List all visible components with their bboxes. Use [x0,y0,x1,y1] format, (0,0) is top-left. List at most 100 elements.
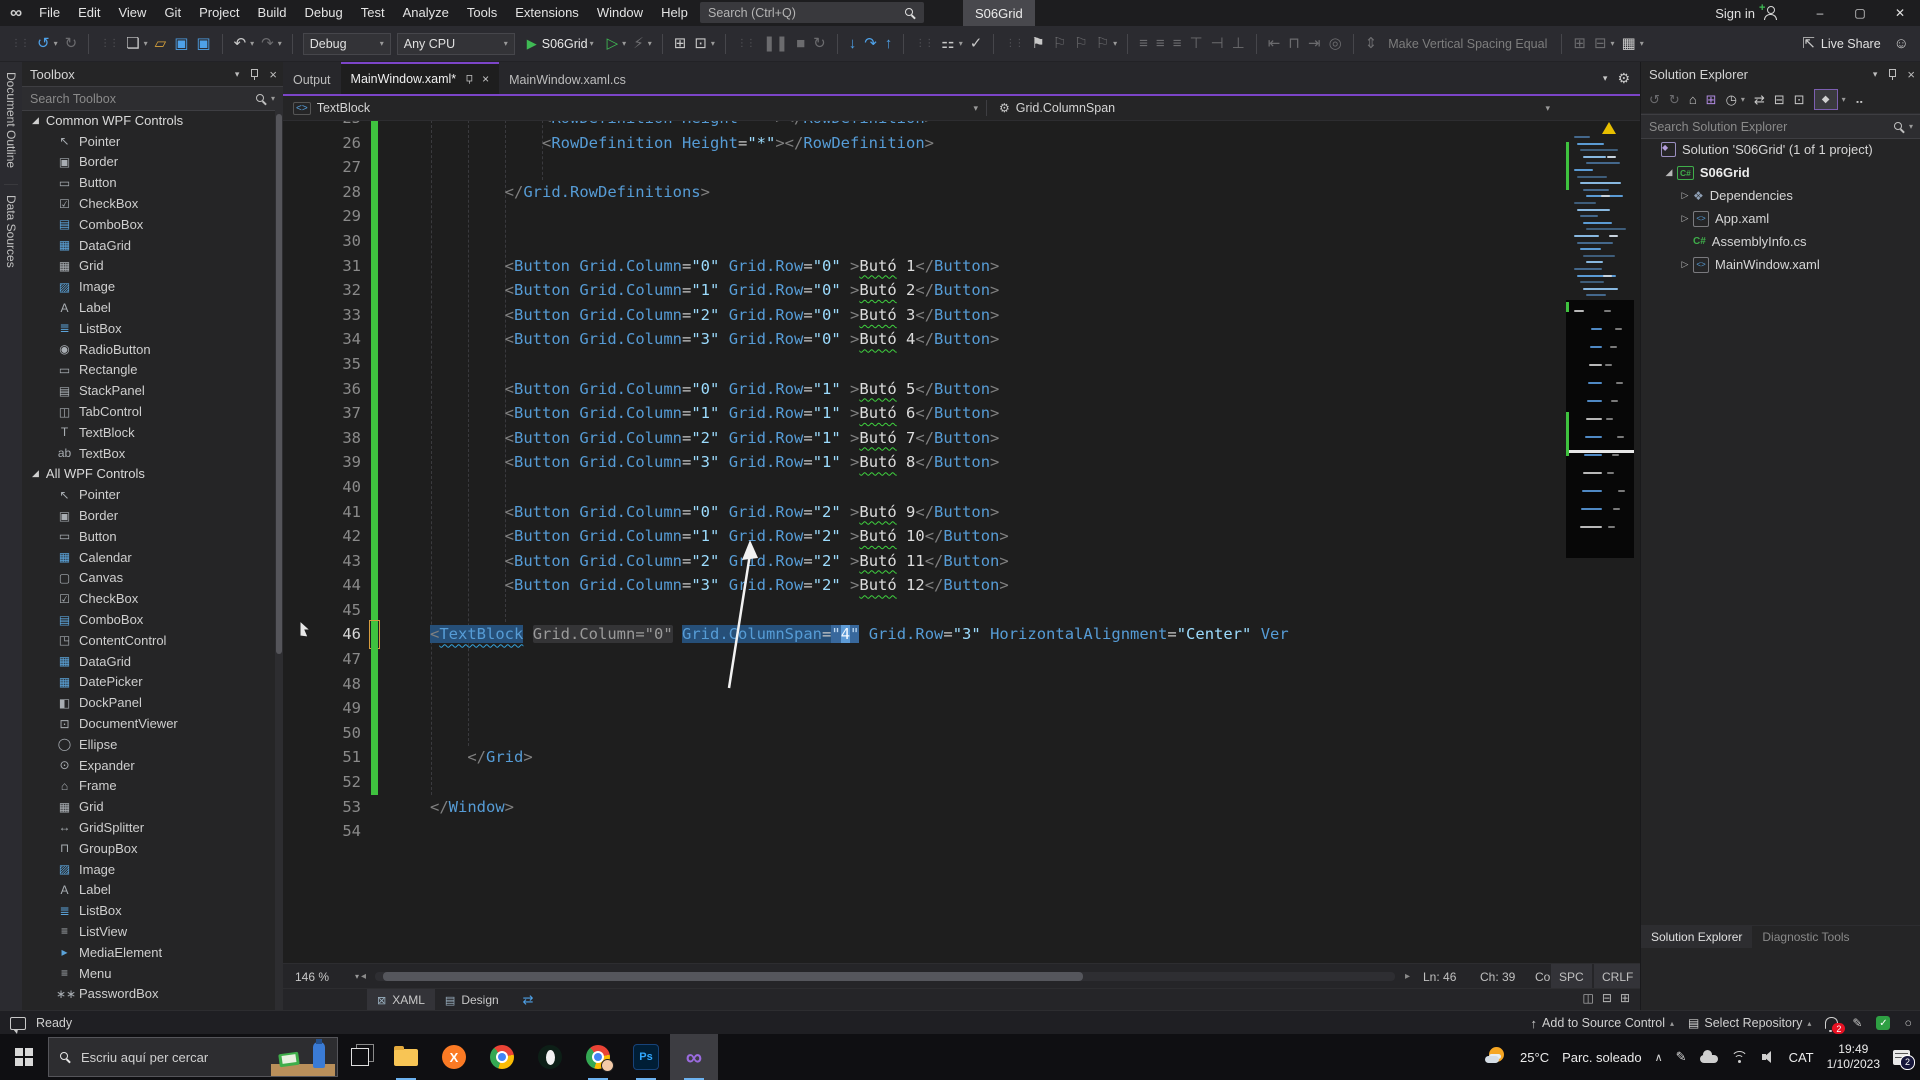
misc1-icon[interactable]: ⊞ [1572,35,1587,52]
close-button[interactable]: ✕ [1880,0,1920,26]
document-tab-mainwindow-xaml-[interactable]: MainWindow.xaml*× [341,62,500,94]
menu-item-project[interactable]: Project [190,0,248,26]
expander-icon[interactable]: ▷ [1679,190,1691,201]
open-file-icon[interactable]: ▱ [154,35,168,52]
toolbox-item-groupbox[interactable]: ⊓GroupBox [22,838,275,859]
scroll-right-icon[interactable]: ▸ [1405,971,1410,982]
expander-icon[interactable]: ▷ [1679,213,1691,224]
tab-design[interactable]: ▤ Design [435,989,509,1010]
toolbox-group-all-wpf-controls[interactable]: ◢All WPF Controls [22,464,275,485]
collapse-all-icon[interactable]: ⊟ [1774,92,1785,108]
expander-icon[interactable]: ◢ [1663,167,1675,178]
toolbox-item-frame[interactable]: ⌂Frame [22,776,275,797]
platform-select[interactable]: Any CPU▾ [397,33,515,55]
onedrive-cloud-icon[interactable] [1700,1055,1718,1063]
weather-desc[interactable]: Parc. soleado [1562,1050,1642,1065]
menu-item-tools[interactable]: Tools [458,0,506,26]
toolbox-item-menu[interactable]: ≡Menu [22,963,275,984]
sync-selection-icon[interactable]: ◆ [1814,89,1838,110]
quick-search-box[interactable]: Search (Ctrl+Q) [700,2,924,23]
toolbox-item-stackpanel[interactable]: ▤StackPanel [22,380,275,401]
close-icon[interactable]: × [269,67,277,82]
swap-panes-icon[interactable]: ⇄ [523,992,534,1008]
menu-item-git[interactable]: Git [155,0,190,26]
pin-icon[interactable] [465,74,473,84]
status-spc[interactable]: SPC [1551,964,1592,989]
minimize-button[interactable]: – [1800,0,1840,26]
toolbox-item-label[interactable]: ALabel [22,297,275,318]
taskbar-app-photoshop[interactable]: Ps [622,1034,670,1080]
toolbox-item-rectangle[interactable]: ▭Rectangle [22,360,275,381]
toolbox-search-input[interactable]: Search Toolbox ▾ [22,86,283,111]
tree-item-s06grid[interactable]: ◢C#S06Grid [1641,161,1920,184]
toolbox-item-textbox[interactable]: abTextBox [22,443,275,464]
toolbox-item-passwordbox[interactable]: ∗∗PasswordBox [22,983,275,1004]
save-icon[interactable]: ▣ [173,35,189,52]
preview-window-icon[interactable]: ⊡ [693,35,708,52]
spell-check-icon[interactable]: ✓ [969,35,984,52]
taskbar-app-file-explorer[interactable] [382,1034,430,1080]
window-position-icon[interactable]: ▾ [235,69,240,80]
navigate-backward-icon[interactable]: ↺ [36,35,51,52]
expander-icon[interactable]: ▷ [1679,259,1691,270]
tab-data-sources[interactable]: Data Sources [4,184,18,278]
toolbox-item-datepicker[interactable]: ▦DatePicker [22,672,275,693]
bookmark-clear-icon[interactable]: ⚐ [1095,35,1110,52]
toolbox-item-listbox[interactable]: ≣ListBox [22,900,275,921]
stop-icon[interactable]: ■ [795,35,806,52]
align-center-icon[interactable]: ≡ [1155,35,1166,52]
toolbox-item-grid[interactable]: ▦Grid [22,796,275,817]
new-project-icon[interactable]: ❏ [125,35,140,52]
toolbox-item-image[interactable]: ▨Image [22,276,275,297]
back-icon[interactable]: ↺ [1649,92,1660,108]
clock[interactable]: 19:49 1/10/2023 [1827,1042,1880,1072]
split-horizontal-icon[interactable]: ⊟ [1602,991,1612,1005]
document-tab-mainwindow-xaml-cs[interactable]: MainWindow.xaml.cs [499,66,636,94]
zoom-select[interactable]: 146 %▾ [289,967,365,986]
toolbox-group-common-wpf-controls[interactable]: ◢Common WPF Controls [22,110,275,131]
tree-item-mainwindow-xaml[interactable]: ▷<>MainWindow.xaml [1641,253,1920,276]
chevron-down-icon[interactable]: ▾ [1603,73,1608,84]
taskbar-app-dark-oval-app[interactable] [526,1034,574,1080]
tab-solution-explorer[interactable]: Solution Explorer [1641,926,1752,948]
tree-item-solution-s06grid-1-of-1-project-[interactable]: ◆Solution 'S06Grid' (1 of 1 project) [1641,138,1920,161]
hidden-icons-chevron[interactable]: ∧ [1655,1051,1663,1064]
toolbox-item-image[interactable]: ▨Image [22,859,275,880]
tab-document-outline[interactable]: Document Outline [4,62,18,178]
menu-item-build[interactable]: Build [249,0,296,26]
breadcrumb-element-combo[interactable]: <> TextBlock ▾ [283,96,986,120]
toolbox-item-grid[interactable]: ▦Grid [22,256,275,277]
configuration-select[interactable]: Debug▾ [303,33,391,55]
task-view-button[interactable] [338,1034,382,1080]
breadcrumb-member-combo[interactable]: ⚙ Grid.ColumnSpan ▾ [987,96,1640,120]
split-vertical-icon[interactable]: ◫ [1583,991,1594,1005]
same-height-icon[interactable]: ⇥ [1307,35,1322,52]
volume-icon[interactable] [1762,1051,1776,1063]
menu-item-extensions[interactable]: Extensions [506,0,588,26]
feedback-bubble-icon[interactable] [10,1017,26,1030]
menu-item-file[interactable]: File [30,0,69,26]
toolbox-item-button[interactable]: ▭Button [22,526,275,547]
pen-tray-icon[interactable]: ✎ [1676,1049,1687,1065]
profile-circle-icon[interactable]: ○ [1904,1016,1912,1030]
redo-icon[interactable]: ↷ [260,35,275,52]
align-right-icon[interactable]: ≡ [1172,35,1183,52]
menu-item-test[interactable]: Test [352,0,394,26]
sync-with-active-document-icon[interactable]: ⇄ [1754,92,1765,108]
tree-item-assemblyinfo-cs[interactable]: C#AssemblyInfo.cs [1641,230,1920,253]
new-window-icon[interactable]: ⊞ [673,35,688,52]
overflow-icon[interactable]: ⠤ [1855,92,1865,108]
bookmark-icon[interactable]: ⚑ [1030,35,1045,52]
tree-item-dependencies[interactable]: ▷❖Dependencies [1641,184,1920,207]
menu-item-edit[interactable]: Edit [69,0,109,26]
toolbox-item-textblock[interactable]: TTextBlock [22,422,275,443]
restart-icon[interactable]: ↻ [812,35,827,52]
toolbox-item-datagrid[interactable]: ▦DataGrid [22,235,275,256]
keyboard-language[interactable]: CAT [1789,1050,1814,1065]
same-width-icon[interactable]: ⇤ [1267,35,1282,52]
user-icon[interactable]: + [1763,6,1778,20]
align-top-icon[interactable]: ⊤ [1188,35,1203,52]
close-icon[interactable]: × [482,72,489,86]
toolbox-item-listview[interactable]: ≡ListView [22,921,275,942]
menu-item-debug[interactable]: Debug [295,0,351,26]
